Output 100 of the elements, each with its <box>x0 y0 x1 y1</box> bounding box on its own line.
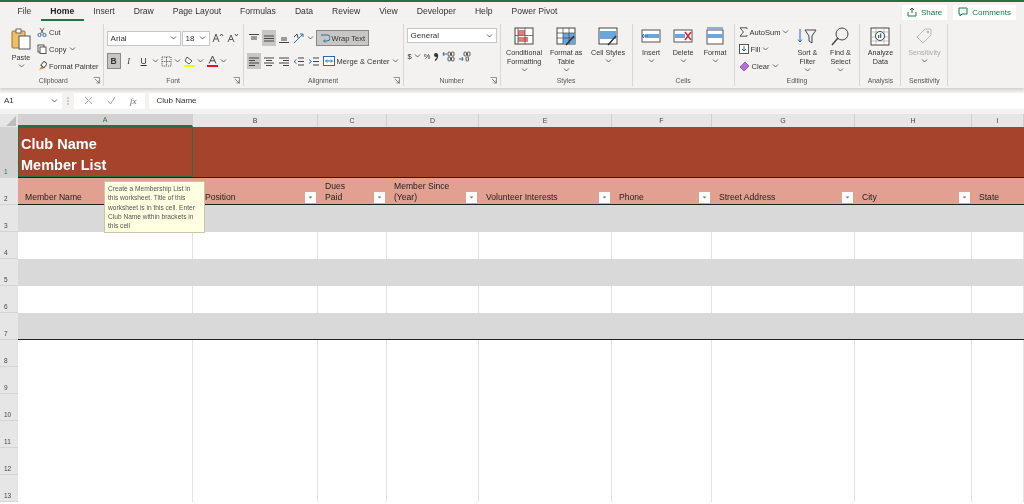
caret-icon <box>198 36 206 40</box>
text-style-button[interactable]: U <box>136 53 151 69</box>
analyze-data-icon <box>870 27 891 46</box>
text-style-button[interactable]: B <box>106 53 121 69</box>
wrap-text-icon <box>319 33 330 43</box>
increase-decimal-button[interactable] <box>441 48 457 64</box>
caret-icon <box>169 36 177 40</box>
check-icon[interactable] <box>107 96 116 105</box>
column-heading: Street Address <box>719 192 776 203</box>
caret-icon <box>173 59 181 63</box>
caret-icon <box>782 30 790 34</box>
align-middle-button[interactable] <box>261 30 276 46</box>
column-heading: Dues Paid <box>325 181 346 203</box>
clipboard-icon <box>10 27 32 51</box>
menu-tab[interactable]: View <box>369 3 408 21</box>
font-size-field[interactable]: 18 <box>181 30 210 46</box>
caret-icon <box>836 68 844 72</box>
delete-cells-icon <box>673 27 694 46</box>
magnifier-icon <box>830 27 851 46</box>
align-middle-icon <box>262 32 275 44</box>
caret-icon <box>920 59 928 63</box>
decrease-decimal-button[interactable] <box>457 48 473 64</box>
menu-tab[interactable]: File <box>8 3 41 21</box>
menu-tab[interactable]: Developer <box>407 3 466 21</box>
dialog-launcher-icon[interactable] <box>232 77 240 84</box>
caret-icon <box>604 59 612 63</box>
text-style-button[interactable]: I <box>121 53 136 69</box>
increase-decimal-icon <box>442 50 456 62</box>
menu-tab[interactable]: Insert <box>83 3 125 21</box>
orientation-button[interactable] <box>291 30 315 46</box>
fill-down-icon <box>738 44 749 54</box>
dialog-launcher-icon[interactable] <box>392 77 400 84</box>
tag-icon <box>914 27 935 46</box>
menu-tab[interactable]: Draw <box>124 3 164 21</box>
cell-styles-icon <box>598 27 619 46</box>
caret-icon <box>219 59 227 63</box>
font-name-field[interactable]: Arial <box>106 30 181 46</box>
menu-tab[interactable]: Review <box>322 3 370 21</box>
caret-icon <box>520 68 528 72</box>
increase-indent-icon <box>307 55 320 67</box>
caret-icon <box>306 36 314 40</box>
caret-icon <box>803 68 811 72</box>
align-right-icon <box>277 55 290 67</box>
caret-icon <box>771 64 779 68</box>
dialog-launcher-icon[interactable] <box>489 77 497 84</box>
caret-icon <box>647 59 655 63</box>
align-center-icon <box>262 55 275 67</box>
caret-icon <box>196 59 204 63</box>
dialog-launcher-icon[interactable] <box>92 77 100 84</box>
menu-tab[interactable]: Help <box>465 3 503 21</box>
caret-icon <box>711 59 719 63</box>
menu-tab[interactable]: Power Pivot <box>502 3 567 21</box>
caret-icon <box>391 59 399 63</box>
paintbrush-icon <box>37 61 47 71</box>
sigma-icon <box>738 27 748 37</box>
copy-icon <box>37 44 47 54</box>
borders-button[interactable] <box>159 53 182 69</box>
font-color-button[interactable] <box>205 53 228 69</box>
name-box[interactable]: A1 <box>0 92 62 109</box>
column-heading: City <box>862 192 877 203</box>
share-button[interactable]: Share <box>901 4 948 20</box>
grip-icon <box>66 95 70 106</box>
formula-field[interactable]: Club Name <box>148 92 1024 109</box>
comment-icon <box>958 7 969 17</box>
caret-icon <box>413 54 421 58</box>
column-heading: Member Name <box>25 192 82 203</box>
shrink-font-icon <box>226 33 239 43</box>
caret-icon <box>17 64 25 68</box>
merge-cells-icon <box>322 56 335 66</box>
paint-bucket-icon <box>183 55 195 67</box>
comments-button[interactable]: Comments <box>953 4 1016 20</box>
caret-icon <box>762 47 770 51</box>
sort-filter-icon <box>797 27 818 46</box>
column-heading: Member Since (Year) <box>394 181 450 203</box>
align-left-button[interactable] <box>246 53 261 69</box>
cancel-icon[interactable] <box>84 96 93 105</box>
selected-cell[interactable]: Club Name Member List <box>18 127 193 177</box>
orientation-icon <box>292 32 305 44</box>
caret-icon <box>485 33 493 38</box>
format-table-icon <box>556 27 577 46</box>
menu-tab[interactable]: Page Layout <box>163 3 231 21</box>
column-heading: Volunteer Interests <box>486 192 558 203</box>
share-icon <box>906 7 917 17</box>
column-heading: Position <box>205 192 236 203</box>
menu-tab[interactable]: Formulas <box>230 3 286 21</box>
sheet-title: Club Name Member List <box>21 135 107 175</box>
caret-icon <box>679 59 687 63</box>
conditional-formatting-icon <box>514 27 535 46</box>
caret-icon <box>51 98 58 103</box>
number-format-field[interactable]: General <box>406 28 497 43</box>
eraser-icon <box>738 61 750 71</box>
comma-icon <box>433 51 440 61</box>
format-cells-icon <box>705 27 726 46</box>
scissors-icon <box>37 27 47 37</box>
align-left-icon <box>247 55 260 67</box>
insert-cells-icon <box>641 27 662 46</box>
insert-function-button[interactable]: fx <box>130 95 137 106</box>
borders-icon <box>160 55 172 67</box>
menu-tab[interactable]: Data <box>285 3 323 21</box>
caret-icon <box>151 59 159 63</box>
